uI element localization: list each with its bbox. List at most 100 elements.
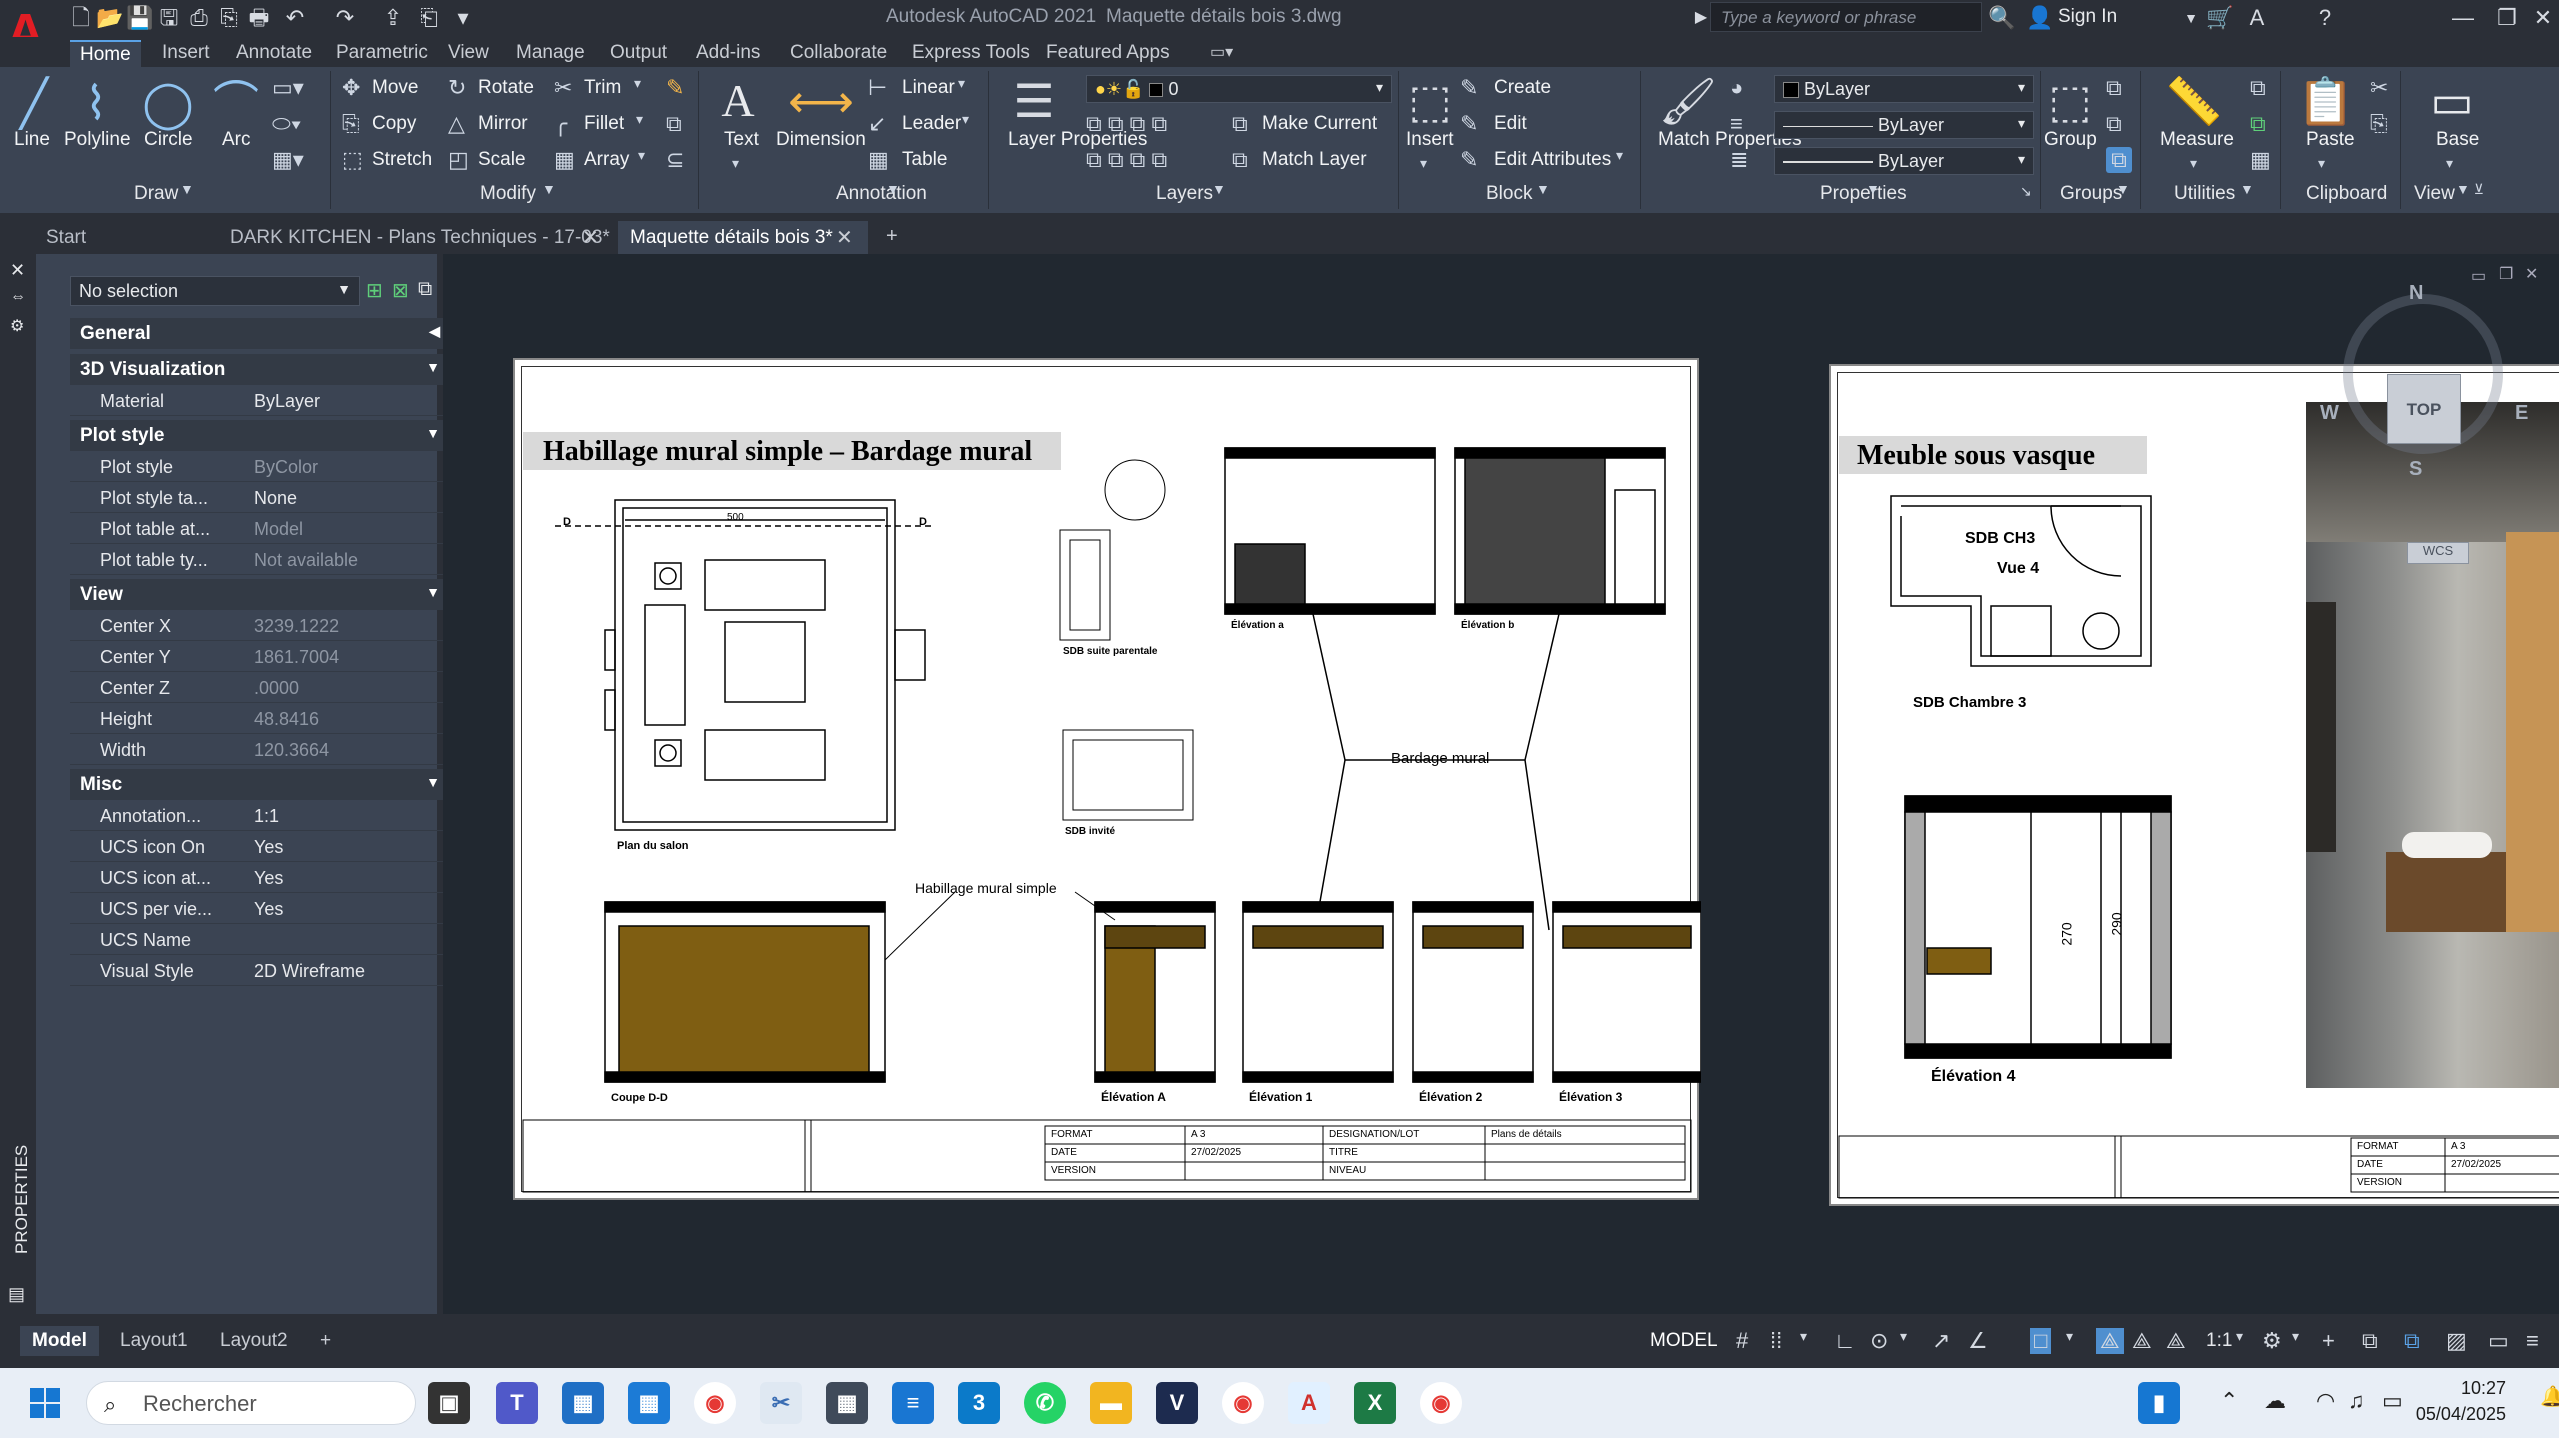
teams-icon[interactable]: T bbox=[496, 1382, 538, 1424]
units-icon[interactable]: ⧉ bbox=[2362, 1328, 2378, 1354]
prop-row-ucs-icon-on[interactable]: UCS icon On Yes bbox=[70, 831, 450, 862]
cart-icon[interactable]: 🛒 bbox=[2206, 5, 2233, 31]
copy-button[interactable]: Copy bbox=[372, 113, 416, 135]
make-current-button[interactable]: Make Current bbox=[1262, 113, 1377, 135]
layers-expand-icon[interactable]: ▼ bbox=[1212, 181, 1226, 197]
section-view[interactable]: View ▼ bbox=[70, 579, 450, 610]
circle-button[interactable]: Circle bbox=[144, 129, 193, 151]
edit-button[interactable]: Edit bbox=[1494, 113, 1527, 135]
sign-in-button[interactable]: Sign In bbox=[2058, 6, 2117, 28]
tab-insert[interactable]: Insert bbox=[152, 40, 220, 67]
vectorworks-icon[interactable]: V bbox=[1156, 1382, 1198, 1424]
notifications-icon[interactable]: 🔔 bbox=[2540, 1384, 2559, 1409]
edit-attributes-button[interactable]: Edit Attributes bbox=[1494, 149, 1611, 171]
stretch-button[interactable]: Stretch bbox=[372, 149, 432, 171]
graphics-performance-icon[interactable]: ▨ bbox=[2446, 1328, 2467, 1354]
layers-group-label[interactable]: Layers bbox=[1156, 183, 1213, 205]
edit-attributes-dropdown-icon[interactable]: ▾ bbox=[1616, 147, 1623, 164]
tab-home[interactable]: Home bbox=[70, 40, 141, 67]
prop-row-material[interactable]: Material ByLayer bbox=[70, 385, 450, 416]
offset-icon[interactable]: ⊆ bbox=[666, 147, 684, 173]
insert-block-icon[interactable]: ⬚ bbox=[1400, 71, 1460, 131]
create-button[interactable]: Create bbox=[1494, 77, 1551, 99]
base-button[interactable]: Base bbox=[2436, 129, 2479, 151]
polar-dropdown-icon[interactable]: ▾ bbox=[1900, 1328, 1907, 1345]
close-tab-icon[interactable]: ✕ bbox=[836, 225, 853, 250]
viewcube-north[interactable]: N bbox=[2409, 282, 2423, 305]
mirror-button[interactable]: Mirror bbox=[478, 113, 528, 135]
excel-icon[interactable]: X bbox=[1354, 1382, 1396, 1424]
fillet-button[interactable]: Fillet bbox=[584, 113, 624, 135]
battery-icon[interactable]: ▭ bbox=[2382, 1388, 2403, 1414]
viewport-minimize-icon[interactable]: ▭ bbox=[2471, 266, 2486, 286]
prop-row-plot-style-table[interactable]: Plot style ta... None bbox=[70, 482, 450, 513]
autodesk-app-icon[interactable]: A bbox=[2244, 5, 2270, 31]
annotation-monitor-icon[interactable]: + bbox=[2322, 1328, 2335, 1354]
rotate-button[interactable]: Rotate bbox=[478, 77, 534, 99]
leader-button[interactable]: Leader bbox=[902, 113, 961, 135]
prop-row-height[interactable]: Height 48.8416 bbox=[70, 703, 450, 734]
help-search-input[interactable]: Type a keyword or phrase bbox=[1710, 2, 1982, 32]
line-button[interactable]: Line bbox=[14, 129, 50, 151]
prop-row-plot-table-type[interactable]: Plot table ty... Not available bbox=[70, 544, 450, 575]
utilities-expand-icon[interactable]: ▼ bbox=[2240, 181, 2254, 197]
quick-select-palette-icon[interactable]: ⧉ bbox=[418, 278, 432, 301]
tab-add-ins[interactable]: Add-ins bbox=[686, 40, 770, 67]
fillet-dropdown-icon[interactable]: ▾ bbox=[636, 111, 643, 128]
group-edit-icon[interactable]: ⧉ bbox=[2106, 111, 2122, 137]
tab-output[interactable]: Output bbox=[600, 40, 677, 67]
drawing-viewport[interactable]: ▭ ❐ ✕ Habillage mural simple – Bardage m… bbox=[443, 254, 2559, 1314]
save-icon[interactable]: 💾 bbox=[126, 5, 153, 31]
paste-button[interactable]: Paste bbox=[2306, 129, 2355, 151]
toggle-pickadd-icon[interactable]: ⊞ bbox=[366, 278, 383, 303]
snipping-tool-icon[interactable]: ✂ bbox=[760, 1382, 802, 1424]
calculator-app-icon[interactable]: ▦ bbox=[826, 1382, 868, 1424]
explode-icon[interactable]: ⧉ bbox=[666, 111, 682, 137]
prop-row-center-y[interactable]: Center Y 1861.7004 bbox=[70, 641, 450, 672]
layer-properties-icon[interactable]: ☰ bbox=[1004, 71, 1064, 131]
modify-expand-icon[interactable]: ▼ bbox=[542, 181, 556, 197]
customization-icon[interactable]: ≡ bbox=[2526, 1328, 2539, 1354]
layout-tab-layout2[interactable]: Layout2 bbox=[208, 1326, 300, 1356]
close-tab-icon[interactable]: ✕ bbox=[582, 225, 599, 250]
lineweight-dropdown[interactable]: ByLayer ▾ bbox=[1774, 147, 2034, 175]
doc-tab-start[interactable]: Start bbox=[34, 221, 98, 254]
onedrive-icon[interactable]: ☁ bbox=[2264, 1388, 2286, 1414]
viewcube-south[interactable]: S bbox=[2409, 458, 2422, 481]
view-group-label[interactable]: View bbox=[2414, 183, 2455, 205]
quick-properties-icon[interactable]: ⧉ bbox=[2404, 1328, 2420, 1354]
arc-tool-icon[interactable]: ⌒ bbox=[206, 73, 266, 133]
measure-button[interactable]: Measure bbox=[2160, 129, 2234, 151]
customize-quick-access-icon[interactable]: ▾ bbox=[450, 5, 476, 31]
new-tab-icon[interactable]: + bbox=[886, 225, 898, 248]
insert-dropdown-icon[interactable]: ▾ bbox=[1420, 155, 1427, 172]
close-palette-icon[interactable]: ✕ bbox=[10, 260, 25, 281]
scale-button[interactable]: Scale bbox=[478, 149, 526, 171]
measure-icon[interactable]: 📏 bbox=[2164, 71, 2224, 131]
base-view-icon[interactable]: ▭ bbox=[2422, 71, 2482, 131]
trim-button[interactable]: Trim bbox=[584, 77, 621, 99]
block-expand-icon[interactable]: ▼ bbox=[1536, 181, 1550, 197]
linetype-dropdown[interactable]: ByLayer ▾ bbox=[1774, 111, 2034, 139]
rectangle-icon[interactable]: ▭▾ bbox=[272, 75, 304, 101]
insert-button[interactable]: Insert bbox=[1406, 129, 1454, 151]
tab-featured-apps[interactable]: Featured Apps bbox=[1036, 40, 1180, 67]
text-tool-icon[interactable]: A bbox=[708, 71, 768, 131]
utilities-group-label[interactable]: Utilities bbox=[2174, 183, 2235, 205]
clean-screen-icon[interactable]: ▭ bbox=[2488, 1328, 2509, 1354]
model-space-button[interactable]: MODEL bbox=[1650, 1330, 1718, 1352]
arc-button[interactable]: Arc bbox=[222, 129, 251, 151]
select-objects-icon[interactable]: ⊠ bbox=[392, 278, 409, 303]
match-layer-button[interactable]: Match Layer bbox=[1262, 149, 1367, 171]
prop-row-center-z[interactable]: Center Z .0000 bbox=[70, 672, 450, 703]
calendar-icon[interactable]: ▦ bbox=[628, 1382, 670, 1424]
prop-row-center-x[interactable]: Center X 3239.1222 bbox=[70, 610, 450, 641]
snap-icon[interactable]: ⁞⁞ bbox=[1770, 1328, 1782, 1354]
polar-icon[interactable]: ⊙ bbox=[1870, 1328, 1888, 1354]
cut-icon[interactable]: ✂ bbox=[2370, 75, 2388, 101]
array-button[interactable]: Array bbox=[584, 149, 629, 171]
web-mobile-open-icon[interactable]: ⎙ bbox=[186, 5, 212, 31]
color-wheel-icon[interactable]: ◕ bbox=[1730, 75, 1743, 101]
grid-icon[interactable]: # bbox=[1736, 1328, 1748, 1354]
task-view-icon[interactable]: ▣ bbox=[428, 1382, 470, 1424]
